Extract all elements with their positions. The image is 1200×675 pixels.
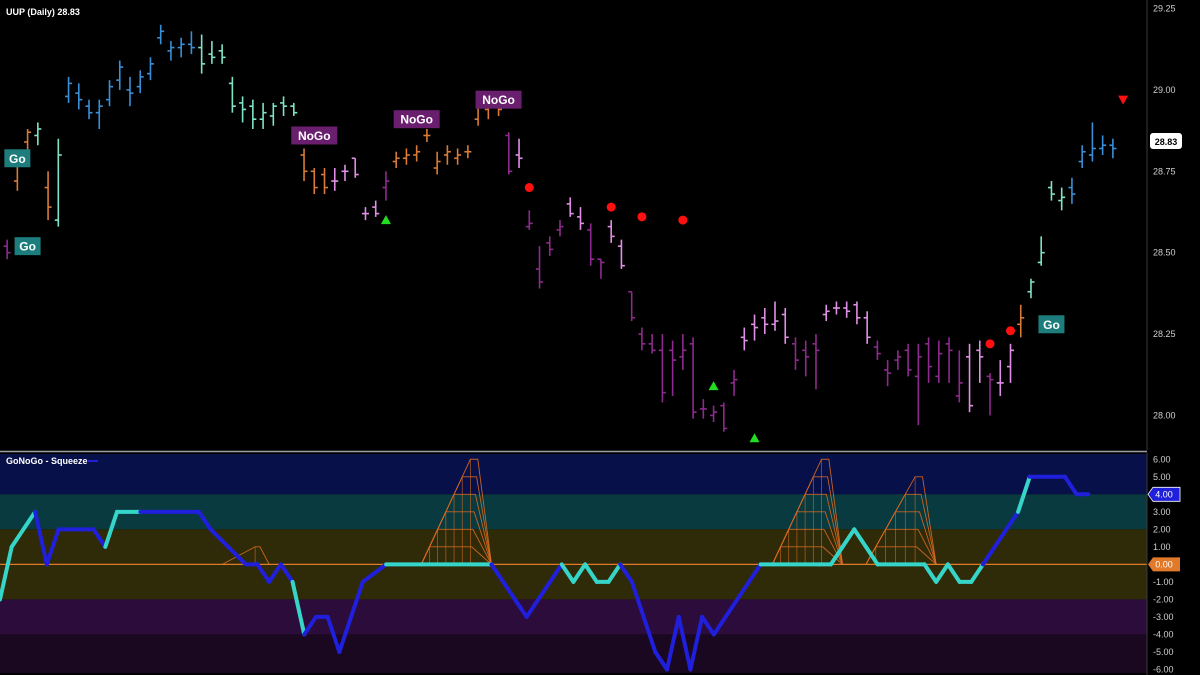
nogo-label: NoGo [291, 126, 338, 145]
oscillator-tick-label: -5.00 [1153, 647, 1174, 657]
red-dot-marker [985, 339, 995, 349]
oscillator-band [0, 634, 1147, 673]
oscillator-last-value-tag: 4.00 [1147, 486, 1181, 502]
price-tick-label: 28.00 [1153, 410, 1176, 420]
price-tick-label: 28.25 [1153, 329, 1176, 339]
oscillator-tick-label: 5.00 [1153, 472, 1171, 482]
go-label: Go [4, 149, 31, 168]
oscillator-tick-label: 6.00 [1153, 454, 1171, 464]
red-dot-marker [606, 202, 616, 212]
chart-stage: UUP (Daily) 28.83 29.25 29.00 28.75 28.50 28… [0, 0, 1200, 675]
price-tick-label: 29.25 [1153, 4, 1176, 14]
oscillator-tick-label: 2.00 [1153, 524, 1171, 534]
price-tick-label: 29.00 [1153, 85, 1176, 95]
go-label: Go [14, 237, 41, 256]
red-dot-marker [1005, 326, 1015, 336]
oscillator-band [0, 529, 1147, 565]
red-dot-marker [678, 215, 688, 225]
price-last-value-tag: 28.83 [1150, 133, 1182, 149]
oscillator-tick-label: -2.00 [1153, 594, 1174, 604]
label-text: NoGo [482, 93, 515, 107]
oscillator-zero-value: 0.00 [1155, 559, 1173, 569]
oscillator-tick-label: -4.00 [1153, 629, 1174, 639]
label-text: Go [19, 240, 36, 254]
label-text: NoGo [298, 129, 331, 143]
oscillator-tick-label: -1.00 [1153, 577, 1174, 587]
red-dot-marker [637, 212, 647, 222]
go-label: Go [1038, 315, 1065, 334]
oscillator-tick-label: -6.00 [1153, 664, 1174, 674]
oscillator-last-value: 4.00 [1155, 489, 1173, 499]
nogo-label: NoGo [393, 110, 440, 129]
oscillator-tick-label: 3.00 [1153, 507, 1171, 517]
label-text: Go [1043, 318, 1060, 332]
oscillator-band [0, 454, 1147, 495]
price-chart-title: UUP (Daily) 28.83 [6, 7, 80, 17]
red-dot-marker [524, 183, 534, 193]
nogo-label: NoGo [475, 90, 522, 109]
oscillator-panel: 6.00 5.00 3.00 2.00 1.00 -1.00 -2.00 -3.00 -4.00… [0, 452, 1181, 675]
oscillator-tick-label: 1.00 [1153, 542, 1171, 552]
price-tick-label: 28.75 [1153, 166, 1176, 176]
oscillator-tick-label: -3.00 [1153, 612, 1174, 622]
oscillator-bands [0, 454, 1147, 673]
oscillator-zero-value-tag: 0.00 [1148, 557, 1180, 572]
oscillator-title: GoNoGo - Squeeze [6, 456, 88, 466]
price-last-value: 28.83 [1155, 137, 1178, 147]
label-text: Go [9, 152, 26, 166]
label-text: NoGo [400, 113, 433, 127]
oscillator-band [0, 599, 1147, 635]
chart-svg: UUP (Daily) 28.83 29.25 29.00 28.75 28.50 28… [0, 0, 1200, 675]
price-tick-label: 28.50 [1153, 248, 1176, 258]
